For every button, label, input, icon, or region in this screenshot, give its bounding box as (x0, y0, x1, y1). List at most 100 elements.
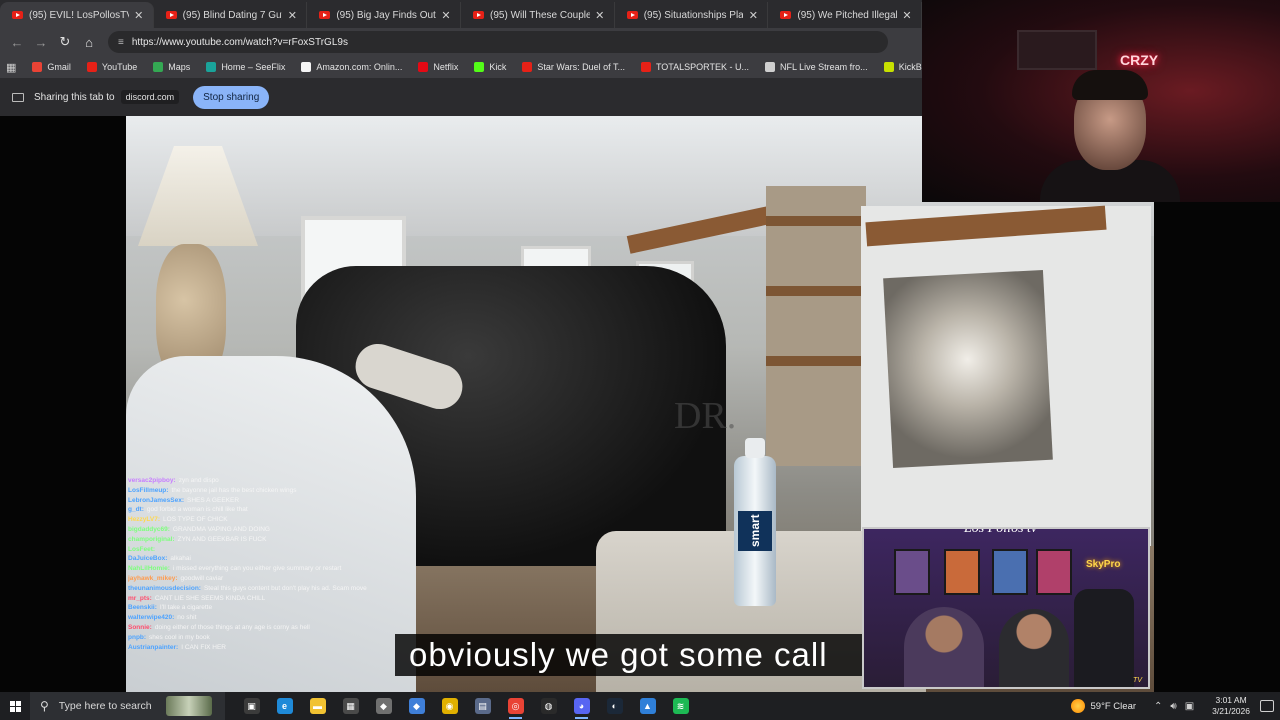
youtube-icon (473, 11, 485, 19)
webcam-streamer: CRZY (922, 0, 1280, 202)
close-tab-icon[interactable]: ✕ (286, 9, 298, 22)
chat-text: zyn and dispo (178, 477, 219, 484)
taskbar-app-app-blue2[interactable]: ▲ (631, 692, 664, 720)
bookmark-favicon-icon (301, 62, 312, 72)
close-tab-icon[interactable]: ✕ (440, 9, 452, 22)
chat-message: LosFillmeup: the bayonne jail has the bes… (128, 486, 428, 496)
bookmark-item[interactable]: YouTube (86, 62, 137, 72)
close-tab-icon[interactable]: ✕ (747, 9, 759, 22)
chat-username: NahLilHomie: (128, 565, 170, 573)
bookmark-item[interactable]: Amazon.com: Onlin... (301, 62, 402, 72)
bookmark-item[interactable]: Kick (474, 62, 506, 72)
chat-username: LosFillmeup: (128, 486, 169, 494)
host-left (904, 607, 984, 687)
bookmark-label: Star Wars: Duel of T... (537, 62, 625, 72)
weather-text[interactable]: 59°F Clear (1091, 701, 1137, 712)
network-icon[interactable]: ▣ (1185, 701, 1194, 712)
chat-message: DaJuiceBox: alkahai (128, 554, 428, 564)
taskbar-app-chrome[interactable]: ◎ (499, 692, 532, 720)
home-button[interactable]: ⌂ (78, 31, 100, 53)
clock[interactable]: 3:01 AM 3/21/2026 (1212, 695, 1250, 717)
chat-message: NahLilHomie: i missed everything can you … (128, 564, 428, 574)
app-blue-icon: ◆ (408, 698, 425, 714)
chat-username: versac2pipboy: (128, 477, 176, 484)
youtube-icon (319, 11, 331, 19)
browser-tab[interactable]: (95) Will These Couples Survive ✕ (461, 2, 615, 28)
water-bottle: smart (734, 438, 776, 606)
browser-tab[interactable]: (95) Situationships Play Truth o✕ (615, 2, 769, 28)
bookmark-label: KickBot Chat Widget (898, 62, 922, 72)
browser-tab[interactable]: (95) Blind Dating 7 Guys Before✕ (154, 2, 308, 28)
app-window-icon: ▤ (474, 698, 491, 714)
chat-message: Beenskii: I'll take a cigarette (128, 603, 428, 613)
tab-title: (95) Big Jay Finds Out He's a Ch (336, 9, 436, 21)
close-tab-icon[interactable]: ✕ (594, 9, 606, 22)
apps-grid-icon[interactable]: ▦ (6, 61, 16, 74)
start-button[interactable] (0, 692, 30, 720)
search-highlight-image[interactable] (165, 696, 212, 716)
windows-taskbar: ⚲ Type here to search ▣ e ▬ ▦ ◆ ◆ ◉ ▤ ◎ ◍ ◕ ◐ ▲ ≋ 59°… (0, 692, 1280, 720)
chat-text: shes cool in my book (149, 633, 210, 641)
stop-sharing-button[interactable]: Stop sharing (193, 85, 270, 109)
taskbar-app-discord[interactable]: ◕ (565, 692, 598, 720)
bookmark-item[interactable]: TOTALSPORTEK - U... (640, 62, 749, 72)
close-tab-icon[interactable]: ✕ (901, 9, 913, 22)
volume-icon[interactable]: 🔊︎ (1170, 701, 1176, 712)
taskbar-app-calculator[interactable]: ▦ (334, 692, 367, 720)
chat-text: doing either of those things at any age … (154, 623, 310, 631)
browser-tab[interactable]: (95) EVIL! LosPollosTV And ✕ (0, 2, 154, 28)
chat-message: LosFeet: (128, 545, 428, 555)
taskbar-app-task-view[interactable]: ▣ (235, 692, 268, 720)
search-icon: ⚲ (40, 699, 49, 713)
bookmark-item[interactable]: Home – SeeFlix (206, 62, 285, 72)
taskbar-app-file-explorer[interactable]: ▬ (301, 692, 334, 720)
bookmark-item[interactable]: Star Wars: Duel of T... (522, 62, 625, 72)
taskbar-app-app-blue[interactable]: ◆ (400, 692, 433, 720)
show-hidden-icons[interactable]: ⌃ (1154, 701, 1162, 712)
address-bar[interactable]: ≡ https://www.youtube.com/watch?v=rFoxST… (108, 31, 888, 53)
bookmark-label: Kick (489, 62, 507, 72)
back-button[interactable]: ← (6, 31, 28, 53)
navigation-bar: ← → ↻ ⌂ ≡ https://www.youtube.com/watch?… (0, 28, 922, 56)
bookmark-item[interactable]: Gmail (32, 62, 71, 72)
forward-button[interactable]: → (30, 31, 52, 53)
bookmark-item[interactable]: Netflix (418, 62, 458, 72)
bottle-label: smart (738, 511, 772, 551)
bookmark-favicon-icon (86, 62, 97, 72)
taskbar-search[interactable]: ⚲ Type here to search (30, 692, 225, 720)
host-right (999, 609, 1069, 687)
taskbar-app-edge[interactable]: e (268, 692, 301, 720)
chat-text: alkahai (170, 555, 191, 563)
reload-button[interactable]: ↻ (54, 31, 76, 53)
taskbar-app-app-window[interactable]: ▤ (466, 692, 499, 720)
bookmark-favicon-icon (522, 62, 533, 72)
youtube-icon (626, 11, 638, 19)
tab-title: (95) Situationships Play Truth o (643, 9, 744, 21)
site-info-icon[interactable]: ≡ (118, 37, 124, 48)
taskbar-app-spotify[interactable]: ≋ (664, 692, 697, 720)
taskbar-app-app-yellow[interactable]: ◉ (433, 692, 466, 720)
chat-text: I CAN FIX HER (181, 643, 226, 651)
close-tab-icon[interactable]: ✕ (133, 9, 145, 22)
chat-text: i missed everything can you either give … (172, 565, 342, 573)
bookmarks-bar: ▦ Gmail YouTube Maps Home – SeeFlix Amazon.c… (0, 56, 922, 78)
chat-username: mr_pts: (128, 594, 152, 602)
bookmark-item[interactable]: KickBot Chat Widget (883, 62, 922, 72)
notifications-icon[interactable] (1260, 700, 1274, 712)
weather-icon[interactable] (1070, 699, 1085, 713)
chat-overlay: versac2pipboy: zyn and dispo LosFillmeup: t… (128, 476, 428, 652)
taskbar-app-app-grey[interactable]: ◆ (367, 692, 400, 720)
taskbar-app-steam[interactable]: ◐ (598, 692, 631, 720)
bookmark-item[interactable]: NFL Live Stream fro... (764, 62, 868, 72)
steam-icon: ◐ (606, 698, 623, 714)
taskbar-app-app-dark[interactable]: ◍ (532, 692, 565, 720)
chat-text: ZYN AND GEEKBAR IS FUCK (177, 535, 267, 543)
browser-tab[interactable]: (95) Big Jay Finds Out He's a Ch ✕ (307, 2, 462, 28)
bookmark-item[interactable]: Maps (153, 62, 190, 72)
screen-share-icon (12, 92, 24, 102)
chat-username: Beenskii: (128, 604, 157, 612)
bookmark-favicon-icon (883, 62, 894, 72)
tab-strip: (95) EVIL! LosPollosTV And✕(95) Blind Da… (0, 0, 922, 28)
pinned-apps: ▣ e ▬ ▦ ◆ ◆ ◉ ▤ ◎ ◍ ◕ ◐ ▲ ≋ (235, 692, 697, 720)
browser-tab[interactable]: (95) We Pitched Illegal Produ✕ (768, 2, 922, 28)
